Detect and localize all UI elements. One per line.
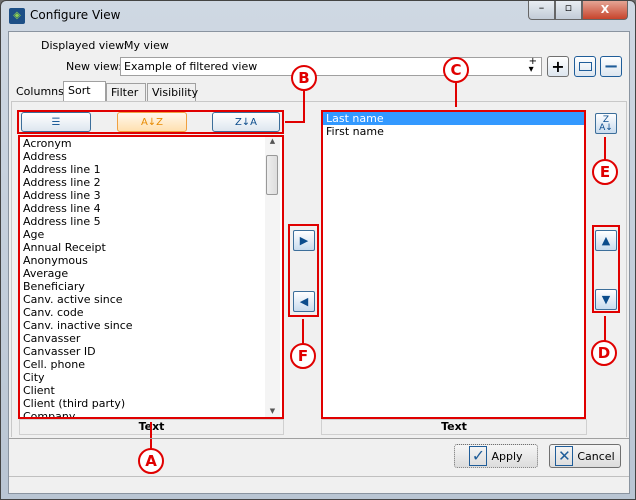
list-item[interactable]: Acronym xyxy=(20,137,282,150)
new-view-combo[interactable]: Example of filtered view + ▾ xyxy=(120,57,542,76)
spin-icon[interactable]: + ▾ xyxy=(529,57,537,75)
list-item[interactable]: Company xyxy=(20,410,282,417)
move-down-button[interactable]: ▼ xyxy=(595,289,617,310)
app-icon: ◈ xyxy=(9,8,25,24)
cancel-label: Cancel xyxy=(577,449,615,463)
list-item[interactable]: Age xyxy=(20,228,282,241)
field-list-button[interactable]: ☰ xyxy=(21,112,91,132)
delete-view-button[interactable]: − xyxy=(600,56,622,77)
list-item[interactable]: Cell. phone xyxy=(20,358,282,371)
sort-ascending-button[interactable]: A↓Z xyxy=(117,112,187,132)
rename-view-button[interactable] xyxy=(574,56,596,77)
list-item[interactable]: Client xyxy=(20,384,282,397)
add-view-button[interactable]: + xyxy=(547,56,569,77)
configure-view-window: ◈ Configure View – ▫ X Displayed view: M… xyxy=(0,0,636,500)
available-fields-list[interactable]: Acronym Address Address line 1 Address line… xyxy=(20,137,282,417)
tab-sort[interactable]: Sort xyxy=(63,81,106,102)
tab-filter[interactable]: Filter xyxy=(106,83,146,102)
separator xyxy=(9,438,629,439)
sort-field-item[interactable]: Last name xyxy=(323,112,584,125)
add-sort-field-button[interactable]: ▶ xyxy=(293,230,315,251)
callout-line-d xyxy=(604,316,606,342)
remove-sort-field-button[interactable]: ◀ xyxy=(293,291,315,312)
close-button[interactable]: X xyxy=(582,1,628,20)
sort-descending-button[interactable]: Z↓A xyxy=(212,112,280,132)
list-item[interactable]: Canv. code xyxy=(20,306,282,319)
sort-fields-list[interactable]: Last name First name xyxy=(323,112,584,417)
callout-a: A xyxy=(138,448,164,474)
scroll-up-icon[interactable]: ▲ xyxy=(265,137,280,145)
list-item[interactable]: Beneficiary xyxy=(20,280,282,293)
list-item[interactable]: Anonymous xyxy=(20,254,282,267)
callout-d: D xyxy=(591,340,617,366)
minimize-button[interactable]: – xyxy=(528,1,555,20)
checkmark-icon: ✓ xyxy=(469,446,488,466)
list-item[interactable]: Annual Receipt xyxy=(20,241,282,254)
maximize-button[interactable]: ▫ xyxy=(555,1,582,20)
list-item[interactable]: City xyxy=(20,371,282,384)
list-item[interactable]: Canvasser ID xyxy=(20,345,282,358)
callout-line-c xyxy=(455,83,457,107)
cancel-button[interactable]: ✕ Cancel xyxy=(549,444,621,468)
list-item[interactable]: Address line 3 xyxy=(20,189,282,202)
rename-icon xyxy=(578,62,592,71)
scroll-thumb[interactable] xyxy=(266,155,278,195)
displayed-view-label: Displayed view: xyxy=(41,39,128,52)
list-icon: ☰ xyxy=(51,116,61,128)
cancel-x-icon: ✕ xyxy=(555,446,574,466)
displayed-view-value: My view xyxy=(124,39,169,52)
list-item[interactable]: Canv. active since xyxy=(20,293,282,306)
list-item[interactable]: Address line 2 xyxy=(20,176,282,189)
list-item[interactable]: Canv. inactive since xyxy=(20,319,282,332)
list-item[interactable]: Address line 4 xyxy=(20,202,282,215)
callout-e: E xyxy=(592,159,618,185)
new-view-label: New view: xyxy=(66,60,122,73)
callout-c: C xyxy=(443,57,469,83)
callout-line-b xyxy=(303,90,305,123)
list-item[interactable]: Address xyxy=(20,150,282,163)
status-bar xyxy=(9,476,629,477)
toggle-sort-direction-button[interactable]: Z A↓ xyxy=(595,113,617,134)
callout-line-a xyxy=(150,422,152,449)
tab-columns[interactable]: Columns xyxy=(12,83,68,102)
callout-line-f xyxy=(302,319,304,345)
callout-b: B xyxy=(291,65,317,91)
list-item[interactable]: Average xyxy=(20,267,282,280)
apply-label: Apply xyxy=(491,449,523,463)
tab-visibility[interactable]: Visibility xyxy=(147,83,198,102)
new-view-value: Example of filtered view xyxy=(124,60,258,73)
sort-field-item[interactable]: First name xyxy=(323,125,584,138)
apply-button[interactable]: ✓ Apply xyxy=(454,444,538,468)
list-item[interactable]: Address line 1 xyxy=(20,163,282,176)
callout-line-b2 xyxy=(285,121,305,123)
scrollbar[interactable]: ▲ ▼ xyxy=(265,137,280,417)
window-title: Configure View xyxy=(30,8,121,22)
scroll-down-icon[interactable]: ▼ xyxy=(265,407,280,415)
list-item[interactable]: Client (third party) xyxy=(20,397,282,410)
callout-f: F xyxy=(290,343,316,369)
list-item[interactable]: Address line 5 xyxy=(20,215,282,228)
list-item[interactable]: Canvasser xyxy=(20,332,282,345)
right-list-header[interactable]: Text xyxy=(321,419,587,435)
callout-line-e xyxy=(604,137,606,161)
move-up-button[interactable]: ▲ xyxy=(595,230,617,251)
